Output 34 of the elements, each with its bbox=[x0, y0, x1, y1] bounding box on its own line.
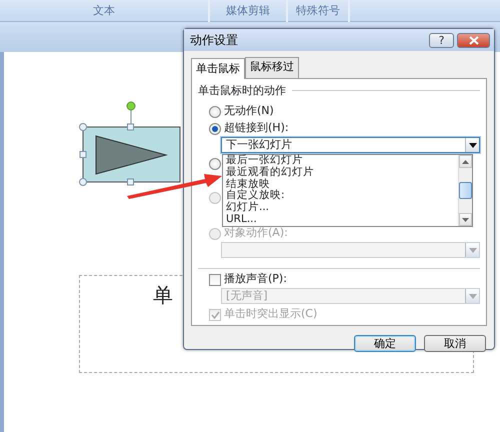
close-icon bbox=[468, 36, 478, 44]
group-label: 单击鼠标时的动作 bbox=[198, 82, 286, 98]
radio-label: 超链接到(H): bbox=[224, 120, 289, 136]
list-option[interactable]: 结束放映 bbox=[226, 178, 458, 190]
checkbox[interactable] bbox=[209, 274, 221, 286]
checkbox-label: 播放声音(P): bbox=[224, 271, 287, 288]
close-button[interactable] bbox=[457, 32, 490, 48]
dialog-title: 动作设置 bbox=[190, 32, 239, 49]
scrollbar[interactable] bbox=[458, 155, 472, 226]
tab[interactable]: 单击鼠标 bbox=[191, 58, 245, 78]
dialog-button[interactable]: 取消 bbox=[424, 334, 486, 352]
hyperlink-dropdown[interactable]: 下一张幻灯片 bbox=[221, 137, 480, 153]
radio-button[interactable] bbox=[209, 106, 221, 118]
list-option[interactable]: 最近观看的幻灯片 bbox=[226, 166, 458, 179]
scrollbar-thumb[interactable] bbox=[459, 182, 472, 199]
list-option[interactable]: 自定义放映: bbox=[226, 190, 458, 202]
tab[interactable]: 鼠标移过 bbox=[245, 57, 299, 78]
placeholder-text: 单 bbox=[153, 282, 173, 309]
caret-icon bbox=[468, 294, 476, 298]
caret-icon bbox=[468, 248, 476, 252]
scroll-up-icon bbox=[462, 160, 469, 164]
dropdown-list[interactable]: 最后一张幻灯片 最近观看的幻灯片 结束放映 自定义放映: 幻灯片... URL... bbox=[222, 154, 473, 227]
list-option[interactable]: 最后一张幻灯片 bbox=[226, 155, 458, 167]
scroll-down-icon bbox=[462, 218, 469, 222]
list-option[interactable]: 幻灯片... bbox=[226, 202, 458, 214]
list-option[interactable]: URL... bbox=[226, 214, 458, 226]
dialog-button[interactable]: 确定 bbox=[354, 334, 416, 352]
caret-icon bbox=[468, 142, 476, 148]
radio-button[interactable] bbox=[209, 158, 221, 170]
help-button[interactable]: ? bbox=[429, 32, 454, 48]
radio-label: 对象动作(A): bbox=[224, 225, 288, 242]
checkbox-label: 单击时突出显示(C) bbox=[224, 306, 318, 322]
radio-button[interactable] bbox=[209, 122, 221, 134]
radio-label: 无动作(N) bbox=[224, 103, 274, 120]
